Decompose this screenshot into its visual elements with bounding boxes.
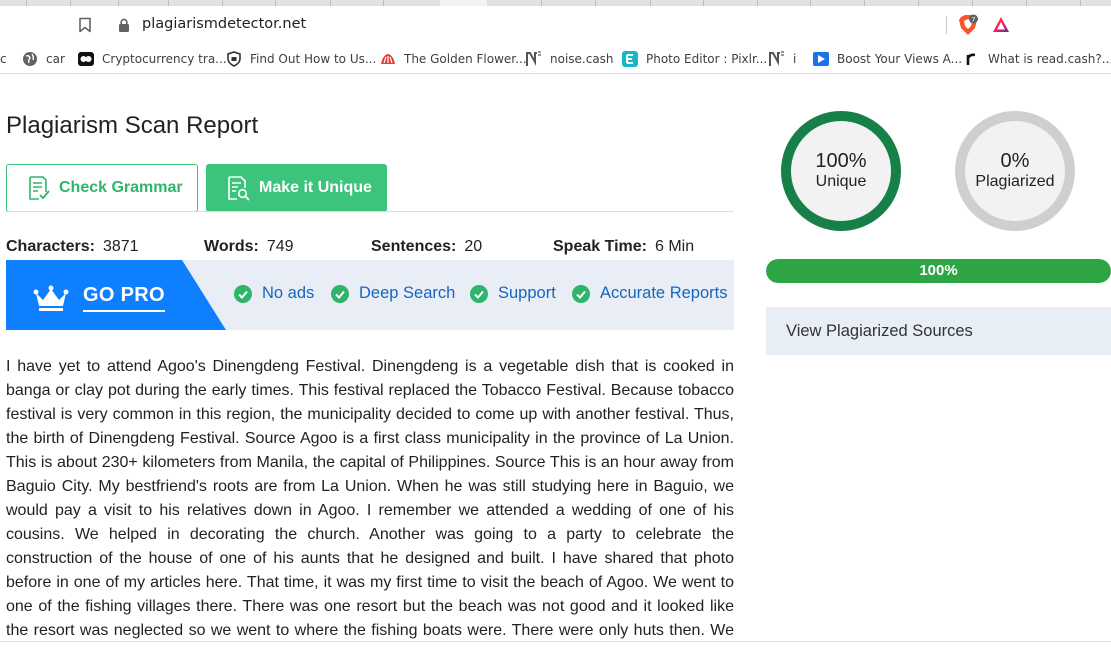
crown-icon — [33, 285, 69, 311]
bookmark-item[interactable]: car — [22, 50, 65, 68]
lock-icon[interactable] — [118, 18, 130, 32]
document-search-icon — [228, 176, 250, 201]
make-unique-label: Make it Unique — [259, 179, 372, 196]
uniqueness-progress-bar: 100% — [766, 259, 1111, 283]
text-line: Baguio City. My bestfriend's roots are f… — [6, 478, 734, 495]
text-line: cousins. We helped in decorating the chu… — [6, 526, 734, 543]
go-pro-label: GO PRO — [83, 284, 165, 306]
text-line: one of the fishing villages there. There… — [6, 598, 734, 615]
text-line: the birth of Dinengdeng Festival. Source… — [6, 430, 734, 447]
bookmark-label: Cryptocurrency tra... — [102, 52, 227, 66]
pro-feature: Support — [470, 284, 556, 303]
bookmark-label: What is read.cash?... — [988, 52, 1111, 66]
text-line: the resort was neglected so we went to w… — [6, 622, 734, 639]
pro-feature-label: Accurate Reports — [600, 284, 728, 302]
crypto-site-icon — [78, 52, 94, 66]
go-pro-underline — [83, 310, 165, 312]
bookmark-label: Find Out How to Us... — [250, 52, 377, 66]
text-line: banga or clay pot during the early times… — [6, 382, 734, 399]
play-site-icon — [813, 52, 829, 66]
section-divider — [6, 211, 734, 212]
scanned-text: I have yet to attend Agoo's Dinengdeng F… — [6, 355, 734, 643]
text-line: festival is very common in this region, … — [6, 406, 734, 423]
stat-label: Characters: — [6, 238, 95, 255]
stat-value: 3871 — [102, 238, 139, 255]
check-circle-icon — [331, 284, 349, 303]
pixlr-icon — [622, 51, 638, 67]
toolbar-divider — [946, 16, 947, 34]
pro-feature-label: Support — [498, 284, 556, 302]
unique-score-ring: 100% Unique — [781, 111, 901, 231]
bookmark-item[interactable]: i — [769, 50, 796, 68]
window-bottom-edge — [0, 641, 1111, 642]
bookmark-item[interactable]: Boost Your Views A... — [813, 50, 962, 68]
bookmark-label: The Golden Flower... — [404, 52, 527, 66]
check-grammar-button[interactable]: Check Grammar — [6, 164, 198, 212]
stat-words: Words: 749 — [204, 238, 294, 256]
text-line: I have yet to attend Agoo's Dinengdeng F… — [6, 358, 734, 375]
check-circle-icon — [470, 284, 488, 303]
stat-speak-time: Speak Time: 6 Min — [553, 238, 694, 256]
bookmark-item[interactable]: c — [0, 50, 7, 68]
bookmark-item[interactable]: Photo Editor : Pixlr... — [622, 50, 767, 68]
make-unique-button[interactable]: Make it Unique — [206, 164, 387, 212]
globe-icon — [23, 52, 37, 66]
stat-label: Speak Time: — [553, 238, 647, 255]
stat-value: 20 — [464, 238, 483, 255]
stat-characters: Characters: 3871 — [6, 238, 139, 256]
pro-feature-label: No ads — [262, 284, 315, 302]
pro-feature-label: Deep Search — [359, 284, 456, 302]
bookmark-star-icon[interactable] — [78, 17, 92, 33]
grammar-check-icon — [29, 176, 50, 200]
noise-cash-icon — [526, 51, 541, 66]
progress-label: 100% — [919, 262, 958, 279]
stat-value: 749 — [266, 238, 294, 255]
text-line: before in one of my articles here. That … — [6, 574, 734, 591]
bookmark-item[interactable]: Find Out How to Us... — [226, 50, 376, 68]
text-line: would pay a visit to his relatives down … — [6, 502, 734, 519]
shield-site-icon — [227, 51, 241, 67]
noise-cash-icon — [769, 51, 784, 66]
sources-label: View Plagiarized Sources — [786, 321, 973, 340]
stat-label: Sentences: — [371, 238, 457, 255]
text-line: This is about 230+ kilometers from Manil… — [6, 454, 734, 471]
bookmark-item[interactable]: What is read.cash?... — [964, 50, 1111, 68]
plagiarized-percent: 0% — [1000, 150, 1030, 172]
check-circle-icon — [234, 284, 252, 303]
brave-rewards-icon[interactable] — [992, 16, 1010, 33]
check-circle-icon — [572, 284, 590, 303]
plagiarized-label: Plagiarized — [975, 173, 1055, 190]
bookmarks-bar: c car Cryptocurrency tra... Find Out How… — [0, 44, 1111, 74]
browser-toolbar: plagiarismdetector.net 7 — [0, 6, 1111, 44]
plagiarized-score-ring: 0% Plagiarized — [955, 111, 1075, 231]
flower-site-icon — [381, 54, 395, 64]
unique-label: Unique — [815, 173, 867, 190]
bookmark-item[interactable]: Cryptocurrency tra... — [78, 50, 227, 68]
pro-feature: No ads — [234, 284, 314, 303]
bookmark-label: car — [46, 52, 65, 66]
text-line: construction of the house of one of his … — [6, 550, 734, 567]
stat-label: Words: — [204, 238, 259, 255]
bookmark-item[interactable]: noise.cash — [526, 50, 614, 68]
bookmark-label: Boost Your Views A... — [837, 52, 963, 66]
read-cash-icon — [966, 53, 976, 65]
check-grammar-label: Check Grammar — [59, 179, 183, 196]
bookmark-label: Photo Editor : Pixlr... — [646, 52, 768, 66]
bookmark-label: c — [0, 52, 7, 66]
stat-sentences: Sentences: 20 — [371, 238, 482, 256]
bookmark-item[interactable]: The Golden Flower... — [380, 50, 527, 68]
pro-feature: Accurate Reports — [572, 284, 727, 303]
address-bar-url[interactable]: plagiarismdetector.net — [142, 16, 306, 32]
unique-percent: 100% — [815, 150, 867, 172]
bookmark-label: noise.cash — [550, 52, 614, 66]
bookmark-label: i — [793, 52, 797, 66]
go-pro-banner: GO PRO No ads Deep Search Support Accura… — [6, 260, 734, 330]
brave-shields-icon[interactable]: 7 — [958, 14, 978, 36]
shield-badge-count: 7 — [971, 15, 975, 23]
pro-feature: Deep Search — [331, 284, 455, 303]
page-title: Plagiarism Scan Report — [6, 112, 259, 139]
view-plagiarized-sources-button[interactable]: View Plagiarized Sources — [766, 307, 1111, 355]
stat-value: 6 Min — [654, 238, 695, 255]
go-pro-button[interactable]: GO PRO — [6, 260, 226, 330]
